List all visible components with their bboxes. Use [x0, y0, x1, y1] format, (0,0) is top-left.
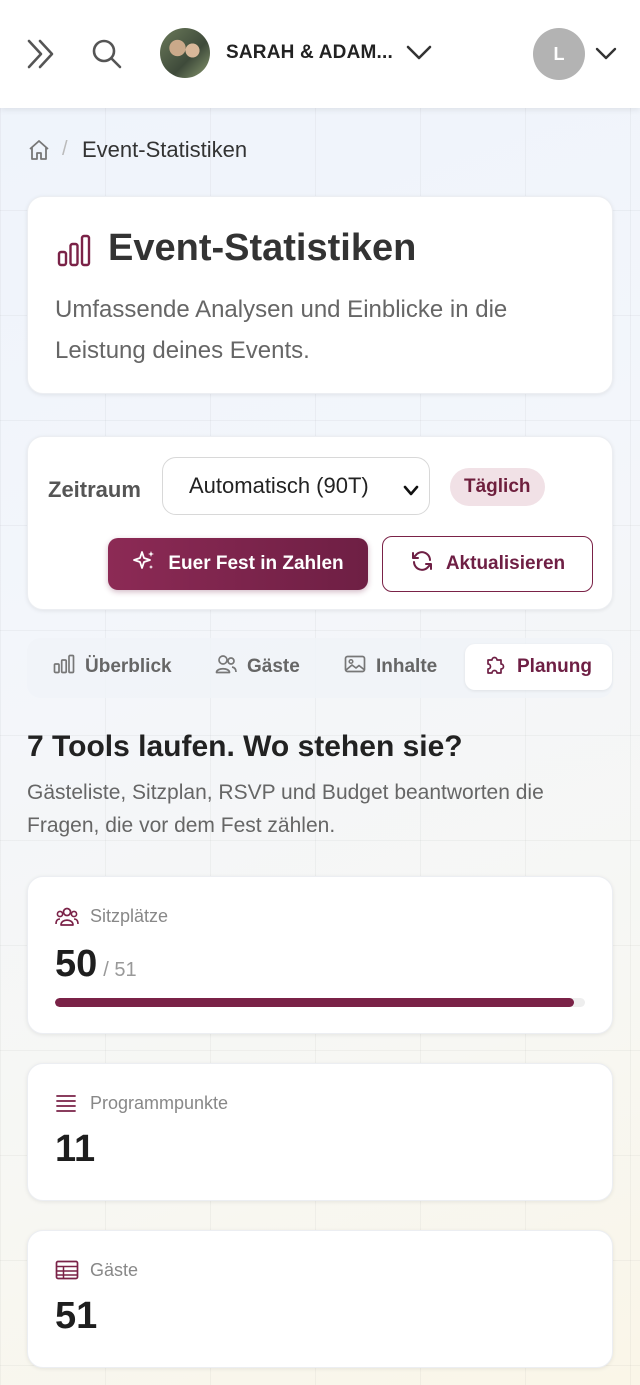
- stat-total: / 51: [103, 959, 137, 981]
- chevron-down-icon: [403, 478, 419, 504]
- period-select[interactable]: Automatisch (90T): [162, 457, 430, 515]
- stat-label: Gäste: [90, 1260, 139, 1280]
- section-subtitle: Gästeliste, Sitzplan, RSVP und Budget be…: [27, 781, 544, 837]
- stats-summary-label: Euer Fest in Zahlen: [168, 553, 344, 574]
- page-title: Event-Statistiken: [108, 227, 417, 269]
- event-name[interactable]: SARAH & ADAM...: [226, 42, 393, 64]
- top-bar: SARAH & ADAM... L: [0, 0, 640, 108]
- seats-progress-bar: [55, 998, 585, 1007]
- stat-value: 51: [55, 1295, 98, 1337]
- event-avatar[interactable]: [160, 28, 210, 78]
- stat-value: 11: [55, 1128, 96, 1170]
- tab-label: Planung: [517, 656, 592, 677]
- breadcrumb-current: Event-Statistiken: [82, 137, 248, 162]
- section-title: 7 Tools laufen. Wo stehen sie?: [27, 730, 463, 763]
- page-header-card: Event-Statistiken Umfassende Analysen un…: [27, 196, 613, 394]
- users-icon: [55, 906, 79, 933]
- bar-chart-icon: [56, 233, 92, 274]
- progress-fill: [55, 998, 575, 1007]
- tab-label: Überblick: [85, 656, 172, 677]
- users-icon: [215, 654, 237, 680]
- tab-overview[interactable]: Überblick: [53, 644, 172, 690]
- puzzle-icon: [485, 653, 507, 681]
- chevron-down-icon[interactable]: [595, 46, 617, 67]
- bar-chart-icon: [53, 654, 75, 680]
- stat-value-number: 50: [55, 943, 98, 985]
- stat-card-guests[interactable]: Gäste 51: [27, 1230, 613, 1368]
- search-icon[interactable]: [91, 38, 123, 75]
- page-subtitle: Umfassende Analysen und Einblicke in die…: [55, 296, 508, 364]
- breadcrumb-separator: /: [62, 138, 68, 160]
- controls-card: Zeitraum Automatisch (90T) Täglich Euer …: [27, 436, 613, 610]
- refresh-button[interactable]: Aktualisieren: [382, 536, 593, 592]
- interval-badge: Täglich: [450, 468, 545, 506]
- period-label: Zeitraum: [48, 477, 141, 502]
- refresh-label: Aktualisieren: [445, 553, 566, 574]
- tab-guests[interactable]: Gäste: [215, 644, 300, 690]
- image-icon: [344, 654, 366, 680]
- chevron-down-icon[interactable]: [406, 44, 432, 67]
- tab-planning[interactable]: Planung: [465, 644, 612, 690]
- table-icon: [55, 1260, 79, 1285]
- stat-value: 50/ 51: [55, 943, 137, 986]
- period-select-value: Automatisch (90T): [189, 473, 369, 498]
- refresh-icon: [410, 549, 434, 579]
- tab-label: Inhalte: [376, 656, 438, 677]
- stats-tabs: Überblick Gäste Inhalte Planung: [27, 638, 613, 698]
- stat-label: Sitzplätze: [90, 906, 169, 926]
- sparkles-icon: [132, 549, 156, 579]
- home-icon[interactable]: [27, 138, 51, 167]
- expand-sidebar-icon[interactable]: [26, 38, 56, 75]
- stats-summary-button[interactable]: Euer Fest in Zahlen: [108, 538, 368, 590]
- stat-card-seats[interactable]: Sitzplätze 50/ 51: [27, 876, 613, 1034]
- user-avatar[interactable]: L: [533, 28, 585, 80]
- tab-content[interactable]: Inhalte: [344, 644, 437, 690]
- stat-card-program[interactable]: Programmpunkte 11: [27, 1063, 613, 1201]
- tab-label: Gäste: [247, 656, 300, 677]
- list-icon: [55, 1093, 77, 1118]
- stat-label: Programmpunkte: [90, 1093, 229, 1113]
